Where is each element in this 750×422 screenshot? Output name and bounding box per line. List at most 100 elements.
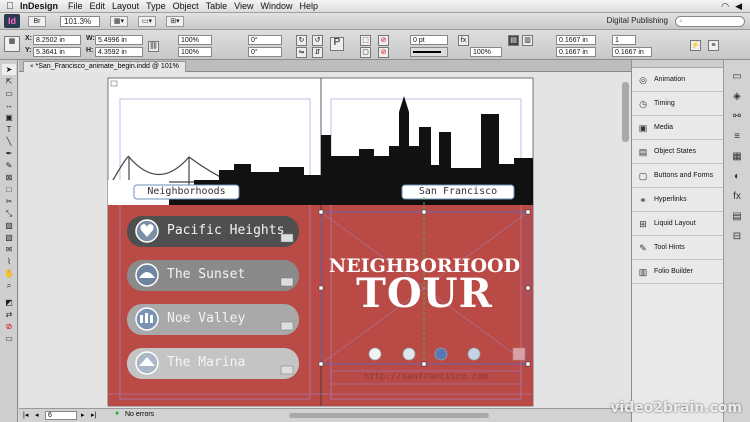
preflight-status-text[interactable]: No errors xyxy=(125,411,154,418)
gutter-field[interactable]: 0.1667 in xyxy=(612,47,652,57)
view-options-button[interactable]: ▦▾ xyxy=(110,15,128,27)
swap-colors-icon[interactable]: ⇄ xyxy=(2,309,16,320)
links-icon[interactable]: ⚯ xyxy=(730,110,744,124)
panel-liquid-layout[interactable]: ⊞ Liquid Layout xyxy=(632,212,723,236)
offset-top-field[interactable]: 0.1667 in xyxy=(556,35,596,45)
layers-icon[interactable]: ◈ xyxy=(730,90,744,104)
line-tool-icon[interactable]: ╲ xyxy=(2,136,16,147)
rectangle-tool-icon[interactable]: □ xyxy=(2,184,16,195)
align-icon[interactable]: ⊟ xyxy=(730,230,744,244)
rotate-cw-icon[interactable]: ↻ xyxy=(296,35,307,46)
vertical-scrollbar[interactable] xyxy=(622,82,629,142)
content-collector-icon[interactable]: ▣ xyxy=(2,112,16,123)
zoom-tool-icon[interactable]: ⌕ xyxy=(2,280,16,291)
apple-menu-icon[interactable]:  xyxy=(0,1,20,12)
screen-mode-icon[interactable]: ▭ xyxy=(2,333,16,344)
wifi-icon[interactable]: ◠ xyxy=(721,1,729,12)
gradient-tool-icon[interactable]: ▨ xyxy=(2,220,16,231)
width-field[interactable]: 5.4996 in xyxy=(95,35,143,45)
menu-window[interactable]: Window xyxy=(260,1,299,11)
rotation-field[interactable]: 0° xyxy=(248,35,282,45)
lightning-icon[interactable]: ⚡ xyxy=(690,40,701,51)
swatches-icon[interactable]: ▦ xyxy=(730,150,744,164)
menu-indesign[interactable]: InDesign xyxy=(20,1,68,11)
scale-x-field[interactable]: 100% xyxy=(178,35,212,45)
zoom-level-field[interactable]: 101.3% xyxy=(60,15,100,27)
menu-layout[interactable]: Layout xyxy=(112,1,146,11)
offset-bottom-field[interactable]: 0.1667 in xyxy=(556,47,596,57)
scissors-tool-icon[interactable]: ✂ xyxy=(2,196,16,207)
apply-none-icon[interactable]: ⊘ xyxy=(2,321,16,332)
y-position-field[interactable]: 5.3641 in xyxy=(33,47,81,57)
search-field[interactable]: ⌕ xyxy=(675,16,745,27)
pen-tool-icon[interactable]: ✒ xyxy=(2,148,16,159)
menu-table[interactable]: Table xyxy=(206,1,235,11)
menu-view[interactable]: View xyxy=(234,1,260,11)
neighborhood-button-pacific-heights[interactable]: Pacific Heights xyxy=(167,223,284,238)
columns-field[interactable]: 1 xyxy=(612,35,636,45)
pencil-tool-icon[interactable]: ✎ xyxy=(2,160,16,171)
workspace-switcher[interactable]: Digital Publishing xyxy=(607,16,668,25)
preflight-status-icon[interactable]: ● xyxy=(115,410,119,417)
wrap-around-icon[interactable]: ▥ xyxy=(522,35,533,46)
pasteboard[interactable]: Neighborhoods San Francisco Pacific Heig… xyxy=(19,72,631,408)
panel-hyperlinks[interactable]: ⚭ Hyperlinks xyxy=(632,188,723,212)
panel-tool-hints[interactable]: ✎ Tool Hints xyxy=(632,236,723,260)
close-tab-icon[interactable]: × xyxy=(30,64,34,70)
page-number-field[interactable]: 6 xyxy=(45,411,77,420)
direct-selection-tool-icon[interactable]: ⇱ xyxy=(2,76,16,87)
gap-tool-icon[interactable]: ↔ xyxy=(2,100,16,111)
stroke-weight-field[interactable]: 0 pt xyxy=(410,35,448,45)
hand-tool-icon[interactable]: ✋ xyxy=(2,268,16,279)
rotate-ccw-icon[interactable]: ↺ xyxy=(312,35,323,46)
free-transform-tool-icon[interactable]: ⤡ xyxy=(2,208,16,219)
height-field[interactable]: 4.3592 in xyxy=(95,47,143,57)
arrange-documents-button[interactable]: ⊞▾ xyxy=(166,15,184,27)
next-page-icon[interactable]: ▸ xyxy=(81,411,85,419)
screen-mode-button[interactable]: ▭▾ xyxy=(138,15,156,27)
flip-vertical-icon[interactable]: ⇵ xyxy=(312,47,323,58)
select-content-icon[interactable]: ▢ xyxy=(360,47,371,58)
last-page-icon[interactable]: ▸| xyxy=(91,411,96,419)
color-icon[interactable]: ◐ xyxy=(730,170,744,184)
opacity-field[interactable]: 100% xyxy=(470,47,502,57)
constrain-proportions-icon[interactable]: ⛓ xyxy=(148,41,159,52)
first-page-icon[interactable]: |◂ xyxy=(23,411,28,419)
panel-menu-icon[interactable]: ≡ xyxy=(708,40,719,51)
menu-type[interactable]: Type xyxy=(146,1,173,11)
panel-buttons-and-forms[interactable]: ▢ Buttons and Forms xyxy=(632,164,723,188)
pages-icon[interactable]: ▭ xyxy=(730,70,744,84)
panel-animation[interactable]: ◎ Animation xyxy=(632,68,723,92)
stroke-none-icon[interactable]: ⊘ xyxy=(378,47,389,58)
stroke-type-field[interactable] xyxy=(410,47,448,57)
neighborhood-button-the-marina[interactable]: The Marina xyxy=(167,355,245,370)
stroke-icon[interactable]: ≡ xyxy=(730,130,744,144)
neighborhood-button-the-sunset[interactable]: The Sunset xyxy=(167,267,245,282)
previous-page-icon[interactable]: ◂ xyxy=(35,411,39,419)
panel-timing[interactable]: ◷ Timing xyxy=(632,92,723,116)
selection-tool-icon[interactable]: ➤ xyxy=(2,64,16,75)
text-frame-icon[interactable]: P xyxy=(330,37,344,51)
text-wrap-panel-icon[interactable]: ▤ xyxy=(730,210,744,224)
note-tool-icon[interactable]: ✉ xyxy=(2,244,16,255)
neighborhood-button-noe-valley[interactable]: Noe Valley xyxy=(167,311,245,326)
type-tool-icon[interactable]: T xyxy=(2,124,16,135)
reference-point-icon[interactable]: ▦ xyxy=(4,36,20,52)
url-text[interactable]: http://sanfrancisco.com xyxy=(331,372,521,382)
document-tab[interactable]: × *San_Francisco_animate_begin.indd @ 101… xyxy=(23,61,186,72)
panel-folio-builder[interactable]: ▥ Folio Builder xyxy=(632,260,723,284)
bridge-button[interactable]: Br xyxy=(28,15,46,27)
panel-media[interactable]: ▣ Media xyxy=(632,116,723,140)
effects-icon[interactable]: fx xyxy=(458,35,469,46)
effects-panel-icon[interactable]: fx xyxy=(730,190,744,204)
rectangle-frame-tool-icon[interactable]: ⊠ xyxy=(2,172,16,183)
page-tool-icon[interactable]: ▭ xyxy=(2,88,16,99)
text-wrap-icon[interactable]: ▤ xyxy=(508,35,519,46)
volume-icon[interactable]: ◀ xyxy=(735,1,742,12)
menu-file[interactable]: File xyxy=(68,1,90,11)
horizontal-scrollbar[interactable] xyxy=(289,413,489,418)
scale-y-field[interactable]: 100% xyxy=(178,47,212,57)
x-position-field[interactable]: 8.2502 in xyxy=(33,35,81,45)
fill-stroke-swatch-icon[interactable]: ◩ xyxy=(2,297,16,308)
eyedropper-tool-icon[interactable]: ⌇ xyxy=(2,256,16,267)
